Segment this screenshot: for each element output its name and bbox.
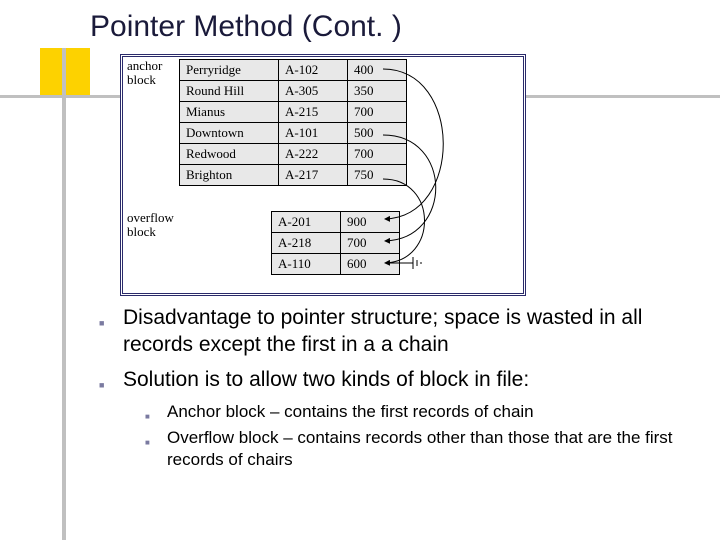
label-anchor-block: anchor block — [127, 59, 169, 87]
figure-pointer-blocks: anchor block overflow block PerryridgeA-… — [120, 54, 526, 296]
bullet-solution: Solution is to allow two kinds of block … — [95, 366, 685, 393]
subbullet-overflow-block: Overflow block – contains records other … — [139, 427, 685, 471]
decoration-vertical-rule — [62, 48, 66, 540]
table-row: Round HillA-305350 — [180, 81, 407, 102]
table-row: A-201900 — [272, 212, 400, 233]
slide: Pointer Method (Cont. ) anchor block ove… — [0, 0, 720, 540]
table-row: A-218700 — [272, 233, 400, 254]
table-row: MianusA-215700 — [180, 102, 407, 123]
table-row: A-110600 — [272, 254, 400, 275]
slide-title: Pointer Method (Cont. ) — [90, 10, 402, 44]
label-overflow-block: overflow block — [127, 211, 177, 239]
anchor-block-table: PerryridgeA-102400 Round HillA-305350 Mi… — [179, 59, 407, 186]
table-row: DowntownA-101500 — [180, 123, 407, 144]
table-row: PerryridgeA-102400 — [180, 60, 407, 81]
subbullet-anchor-block: Anchor block – contains the first record… — [139, 401, 685, 423]
table-row: BrightonA-217750 — [180, 165, 407, 186]
body-content: Disadvantage to pointer structure; space… — [95, 304, 685, 475]
overflow-block-table: A-201900 A-218700 A-110600 — [271, 211, 400, 275]
table-row: RedwoodA-222700 — [180, 144, 407, 165]
bullet-disadvantage: Disadvantage to pointer structure; space… — [95, 304, 685, 358]
